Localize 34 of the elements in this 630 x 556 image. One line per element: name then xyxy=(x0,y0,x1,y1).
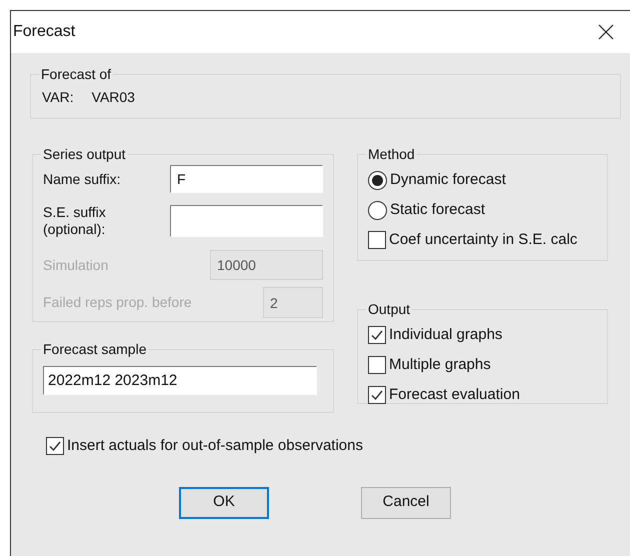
group-title: Forecast sample xyxy=(42,340,148,359)
option-label: Forecast evaluation xyxy=(389,384,520,405)
checkbox[interactable] xyxy=(46,437,64,456)
radio-button[interactable] xyxy=(368,170,387,190)
field-label: Failed reps prop. before xyxy=(43,294,192,311)
var-name: VAR03 xyxy=(92,88,135,107)
field-label: S.E. suffix (optional): xyxy=(43,204,107,238)
dialog-button[interactable]: OK xyxy=(179,486,269,518)
field-label: Name suffix: xyxy=(43,170,122,188)
checkmark-icon xyxy=(370,328,384,342)
checkbox[interactable] xyxy=(368,231,386,249)
checkbox[interactable] xyxy=(368,386,386,404)
checkbox[interactable] xyxy=(368,326,386,344)
checkbox[interactable] xyxy=(368,356,386,374)
group-title: Output xyxy=(367,300,412,319)
window-title: Forecast xyxy=(13,22,76,42)
var-label: VAR: xyxy=(42,88,74,107)
option-label: Static forecast xyxy=(390,200,486,220)
option-label: Individual graphs xyxy=(389,324,502,345)
option-label: Dynamic forecast xyxy=(390,170,506,190)
option-label: Coef uncertainty in S.E. calc xyxy=(389,230,578,250)
field-label: Simulation xyxy=(43,256,108,274)
group-title: Forecast of xyxy=(40,65,112,84)
input-field[interactable]: F xyxy=(170,165,323,193)
group-title: Series output xyxy=(42,145,126,164)
input-field[interactable]: 2022m12 2023m12 xyxy=(43,366,317,395)
dialog-button[interactable]: Cancel xyxy=(361,486,451,518)
option-label: Insert actuals for out-of-sample observations xyxy=(67,436,363,456)
input-field[interactable] xyxy=(170,205,323,237)
checkmark-icon xyxy=(48,439,62,454)
radio-button[interactable] xyxy=(368,200,387,220)
group-title: Method xyxy=(367,145,416,164)
checkmark-icon xyxy=(370,388,384,402)
option-label: Multiple graphs xyxy=(389,354,491,375)
